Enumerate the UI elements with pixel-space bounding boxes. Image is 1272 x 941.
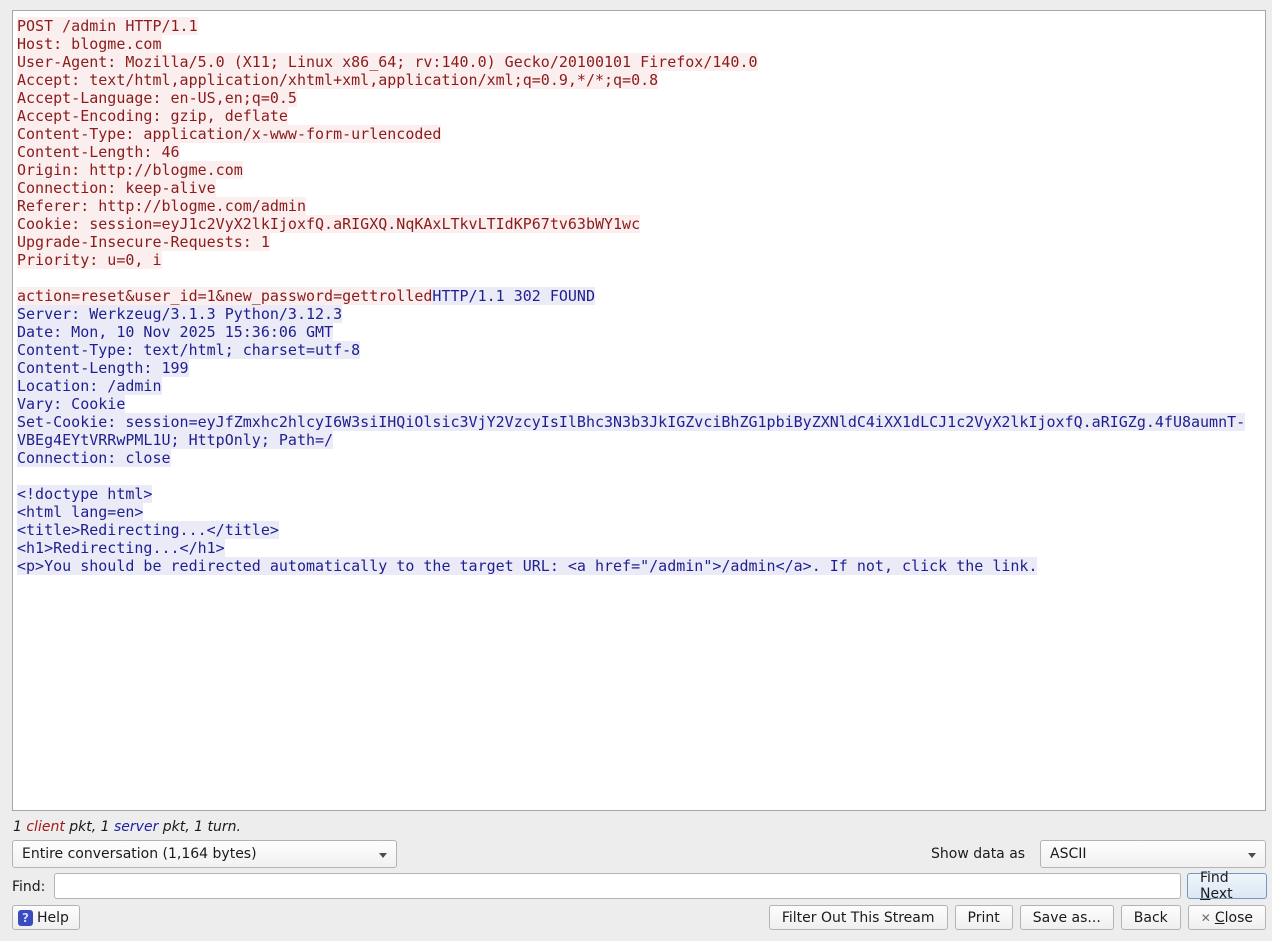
filter-out-label: Filter Out This Stream [782,910,935,926]
stream-line: Connection: close [17,449,1263,467]
server-data-segment: <!doctype html> [17,485,152,503]
client-data-segment: Accept: text/html,application/xhtml+xml,… [17,71,658,89]
stream-line: Accept-Language: en-US,en;q=0.5 [17,89,1263,107]
help-icon: ? [18,910,33,926]
close-button[interactable]: ✕ Close [1188,905,1266,930]
save-as-button[interactable]: Save as... [1020,905,1114,930]
close-label: Close [1215,910,1253,926]
stats-part3: pkt, 1 turn. [158,819,241,835]
stats-part1: 1 [13,819,26,835]
client-data-segment: Accept-Encoding: gzip, deflate [17,107,288,125]
stream-stats: 1 client pkt, 1 server pkt, 1 turn. [13,819,241,835]
stats-server-word: server [114,819,158,835]
client-data-segment: Priority: u=0, i [17,251,162,269]
stream-line: <h1>Redirecting...</h1> [17,539,1263,557]
client-data-segment: Referer: http://blogme.com/admin [17,197,306,215]
stream-line: <title>Redirecting...</title> [17,521,1263,539]
server-data-segment: Set-Cookie: session=eyJfZmxhc2hlcyI6W3si… [17,413,1245,431]
stream-line: Content-Type: text/html; charset=utf-8 [17,341,1263,359]
chevron-down-icon [1248,853,1256,858]
server-data-segment: VBEg4EYtVRRwPML1U; HttpOnly; Path=/ [17,431,333,449]
stream-line: Vary: Cookie [17,395,1263,413]
dialog-button-box: Filter Out This Stream Print Save as... … [769,905,1266,930]
conversation-select-value: Entire conversation (1,164 bytes) [22,846,257,862]
client-data-segment: POST /admin HTTP/1.1 [17,17,198,35]
server-data-segment: HTTP/1.1 302 FOUND [432,287,595,305]
server-data-segment: <p>You should be redirected automaticall… [17,557,1037,575]
stream-line: Upgrade-Insecure-Requests: 1 [17,233,1263,251]
stream-line: Date: Mon, 10 Nov 2025 15:36:06 GMT [17,323,1263,341]
help-button[interactable]: ? Help [12,905,80,930]
close-icon: ✕ [1201,911,1211,925]
stream-line: Accept: text/html,application/xhtml+xml,… [17,71,1263,89]
stats-part2: pkt, 1 [65,819,114,835]
stream-line: Content-Type: application/x-www-form-url… [17,125,1263,143]
server-data-segment: <h1>Redirecting...</h1> [17,539,225,557]
follow-stream-text-pane[interactable]: POST /admin HTTP/1.1Host: blogme.comUser… [12,10,1266,811]
stream-line: VBEg4EYtVRRwPML1U; HttpOnly; Path=/ [17,431,1263,449]
filter-out-this-stream-button[interactable]: Filter Out This Stream [769,905,948,930]
stream-line: Origin: http://blogme.com [17,161,1263,179]
stream-line [17,467,1263,485]
follow-tcp-stream-dialog: { "colors": { "client_text": "#8b1c1c", … [0,0,1272,941]
client-data-segment: Accept-Language: en-US,en;q=0.5 [17,89,297,107]
show-data-as-value: ASCII [1050,846,1087,862]
server-data-segment: Server: Werkzeug/3.1.3 Python/3.12.3 [17,305,342,323]
stream-line: Referer: http://blogme.com/admin [17,197,1263,215]
stream-line: Connection: keep-alive [17,179,1263,197]
client-data-segment: Host: blogme.com [17,35,162,53]
server-data-segment: Content-Type: text/html; charset=utf-8 [17,341,360,359]
server-data-segment: <title>Redirecting...</title> [17,521,279,539]
stream-line: Cookie: session=eyJ1c2VyX2lkIjoxfQ.aRIGX… [17,215,1263,233]
find-input[interactable] [54,873,1181,899]
stats-client-word: client [26,819,64,835]
stream-line: Content-Length: 46 [17,143,1263,161]
stream-line [17,269,1263,287]
client-data-segment: Content-Type: application/x-www-form-url… [17,125,441,143]
conversation-select[interactable]: Entire conversation (1,164 bytes) [12,840,397,868]
stream-line: Content-Length: 199 [17,359,1263,377]
show-data-as-label: Show data as [931,846,1025,862]
stream-line: Host: blogme.com [17,35,1263,53]
client-data-segment: action=reset&user_id=1&new_password=gett… [17,287,432,305]
stream-line: action=reset&user_id=1&new_password=gett… [17,287,1263,305]
find-label: Find: [12,879,45,895]
help-button-label: Help [37,910,69,926]
stream-line: Accept-Encoding: gzip, deflate [17,107,1263,125]
show-data-as-select[interactable]: ASCII [1040,840,1266,868]
client-data-segment: User-Agent: Mozilla/5.0 (X11; Linux x86_… [17,53,758,71]
chevron-down-icon [379,853,387,858]
stream-line: User-Agent: Mozilla/5.0 (X11; Linux x86_… [17,53,1263,71]
back-button[interactable]: Back [1121,905,1181,930]
stream-line: Priority: u=0, i [17,251,1263,269]
stream-line: Set-Cookie: session=eyJfZmxhc2hlcyI6W3si… [17,413,1263,431]
stream-line: <p>You should be redirected automaticall… [17,557,1263,575]
back-label: Back [1134,910,1168,926]
stream-line: Location: /admin [17,377,1263,395]
find-next-label: Find Next [1200,870,1254,902]
stream-line: POST /admin HTTP/1.1 [17,17,1263,35]
client-data-segment: Origin: http://blogme.com [17,161,243,179]
stream-line: <html lang=en> [17,503,1263,521]
server-data-segment: <html lang=en> [17,503,143,521]
stream-line: <!doctype html> [17,485,1263,503]
stream-line: Server: Werkzeug/3.1.3 Python/3.12.3 [17,305,1263,323]
server-data-segment: Content-Length: 199 [17,359,189,377]
server-data-segment: Date: Mon, 10 Nov 2025 15:36:06 GMT [17,323,333,341]
print-button[interactable]: Print [955,905,1013,930]
client-data-segment: Cookie: session=eyJ1c2VyX2lkIjoxfQ.aRIGX… [17,215,640,233]
find-next-button[interactable]: Find Next [1187,873,1267,899]
server-data-segment: Vary: Cookie [17,395,125,413]
client-data-segment: Content-Length: 46 [17,143,180,161]
client-data-segment: Upgrade-Insecure-Requests: 1 [17,233,270,251]
save-as-label: Save as... [1033,910,1101,926]
print-label: Print [968,910,1000,926]
server-data-segment: Connection: close [17,449,171,467]
client-data-segment: Connection: keep-alive [17,179,216,197]
server-data-segment: Location: /admin [17,377,162,395]
